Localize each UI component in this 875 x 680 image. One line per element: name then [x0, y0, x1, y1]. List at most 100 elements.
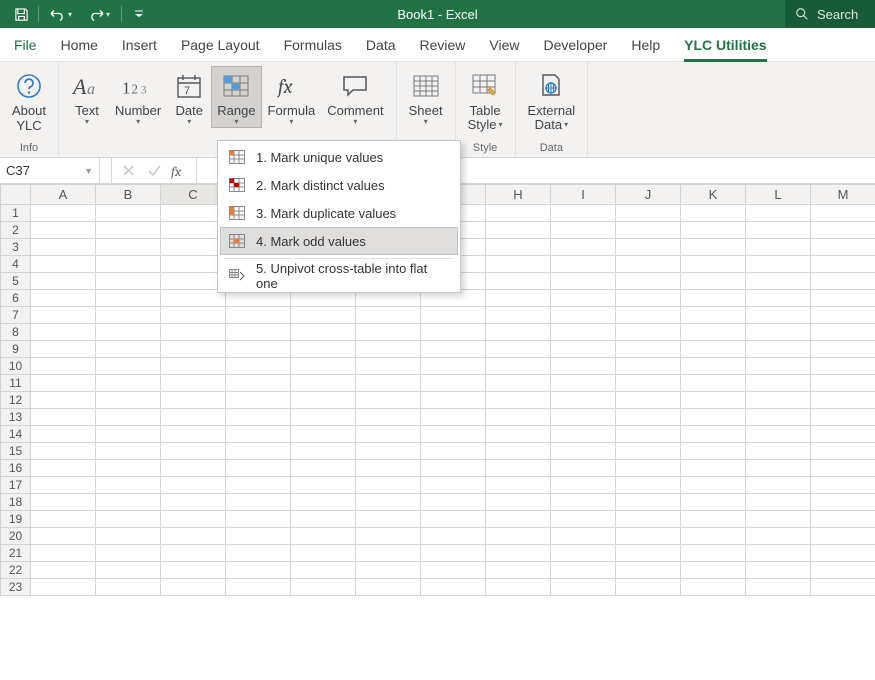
- cell[interactable]: [226, 375, 291, 392]
- cell[interactable]: [161, 494, 226, 511]
- row-header[interactable]: 9: [1, 341, 31, 358]
- row-header[interactable]: 13: [1, 409, 31, 426]
- cell[interactable]: [161, 273, 226, 290]
- cell[interactable]: [681, 545, 746, 562]
- row-header[interactable]: 23: [1, 579, 31, 596]
- cell[interactable]: [551, 443, 616, 460]
- row-header[interactable]: 7: [1, 307, 31, 324]
- cell[interactable]: [291, 358, 356, 375]
- cell[interactable]: [551, 460, 616, 477]
- cell[interactable]: [96, 222, 161, 239]
- cell[interactable]: [31, 392, 96, 409]
- cell[interactable]: [356, 392, 421, 409]
- cell[interactable]: [356, 460, 421, 477]
- cell[interactable]: [486, 324, 551, 341]
- cell[interactable]: [616, 443, 681, 460]
- cell[interactable]: [811, 307, 875, 324]
- cell[interactable]: [161, 307, 226, 324]
- cell[interactable]: [746, 426, 811, 443]
- cell[interactable]: [616, 511, 681, 528]
- row-header[interactable]: 3: [1, 239, 31, 256]
- cell[interactable]: [161, 545, 226, 562]
- cell[interactable]: [746, 358, 811, 375]
- cell[interactable]: [616, 256, 681, 273]
- cell[interactable]: [226, 579, 291, 596]
- cell[interactable]: [551, 528, 616, 545]
- redo-button[interactable]: ▾: [81, 2, 117, 26]
- cell[interactable]: [96, 341, 161, 358]
- cell[interactable]: [616, 392, 681, 409]
- cell[interactable]: [161, 341, 226, 358]
- cell[interactable]: [681, 341, 746, 358]
- cell[interactable]: [681, 392, 746, 409]
- cell[interactable]: [551, 273, 616, 290]
- cell[interactable]: [616, 222, 681, 239]
- cell[interactable]: [226, 528, 291, 545]
- cell[interactable]: [551, 239, 616, 256]
- tab-home[interactable]: Home: [61, 28, 98, 61]
- cell[interactable]: [746, 256, 811, 273]
- cell[interactable]: [421, 528, 486, 545]
- cell[interactable]: [161, 460, 226, 477]
- row-header[interactable]: 18: [1, 494, 31, 511]
- cell[interactable]: [551, 324, 616, 341]
- cell[interactable]: [226, 545, 291, 562]
- cell[interactable]: [811, 341, 875, 358]
- cell[interactable]: [616, 409, 681, 426]
- cell[interactable]: [746, 494, 811, 511]
- cell[interactable]: [551, 290, 616, 307]
- enter-formula-button[interactable]: [142, 158, 166, 183]
- formula-button[interactable]: fx Formula ▾: [262, 66, 322, 128]
- cell[interactable]: [31, 477, 96, 494]
- cell[interactable]: [486, 222, 551, 239]
- cell[interactable]: [486, 239, 551, 256]
- cell[interactable]: [226, 460, 291, 477]
- tab-ylc-utilities[interactable]: YLC Utilities: [684, 29, 766, 62]
- row-header[interactable]: 8: [1, 324, 31, 341]
- row-header[interactable]: 22: [1, 562, 31, 579]
- cell[interactable]: [421, 460, 486, 477]
- cell[interactable]: [681, 511, 746, 528]
- range-button[interactable]: Range ▾: [211, 66, 261, 128]
- cell[interactable]: [31, 426, 96, 443]
- cell[interactable]: [31, 341, 96, 358]
- column-header[interactable]: C: [161, 185, 226, 205]
- about-ylc-button[interactable]: About YLC: [6, 66, 52, 134]
- cell[interactable]: [486, 562, 551, 579]
- cell[interactable]: [356, 528, 421, 545]
- save-button[interactable]: [8, 2, 34, 26]
- cell[interactable]: [486, 375, 551, 392]
- tab-page-layout[interactable]: Page Layout: [181, 28, 260, 61]
- cell[interactable]: [96, 290, 161, 307]
- cell[interactable]: [681, 290, 746, 307]
- cell[interactable]: [96, 494, 161, 511]
- cell[interactable]: [616, 358, 681, 375]
- cell[interactable]: [681, 426, 746, 443]
- cell[interactable]: [486, 579, 551, 596]
- tab-developer[interactable]: Developer: [544, 28, 608, 61]
- cell[interactable]: [811, 222, 875, 239]
- cell[interactable]: [551, 579, 616, 596]
- cell[interactable]: [31, 562, 96, 579]
- cell[interactable]: [161, 290, 226, 307]
- row-header[interactable]: 16: [1, 460, 31, 477]
- cell[interactable]: [811, 443, 875, 460]
- select-all-corner[interactable]: [1, 185, 31, 205]
- cell[interactable]: [486, 443, 551, 460]
- cell[interactable]: [226, 494, 291, 511]
- cell[interactable]: [421, 477, 486, 494]
- cell[interactable]: [746, 273, 811, 290]
- tab-view[interactable]: View: [489, 28, 519, 61]
- column-header[interactable]: M: [811, 185, 875, 205]
- cell[interactable]: [746, 324, 811, 341]
- cell[interactable]: [291, 392, 356, 409]
- cell[interactable]: [161, 358, 226, 375]
- cell[interactable]: [421, 409, 486, 426]
- cell[interactable]: [486, 426, 551, 443]
- row-header[interactable]: 15: [1, 443, 31, 460]
- row-header[interactable]: 10: [1, 358, 31, 375]
- cell[interactable]: [356, 375, 421, 392]
- cell[interactable]: [421, 392, 486, 409]
- cell[interactable]: [226, 358, 291, 375]
- cell[interactable]: [161, 477, 226, 494]
